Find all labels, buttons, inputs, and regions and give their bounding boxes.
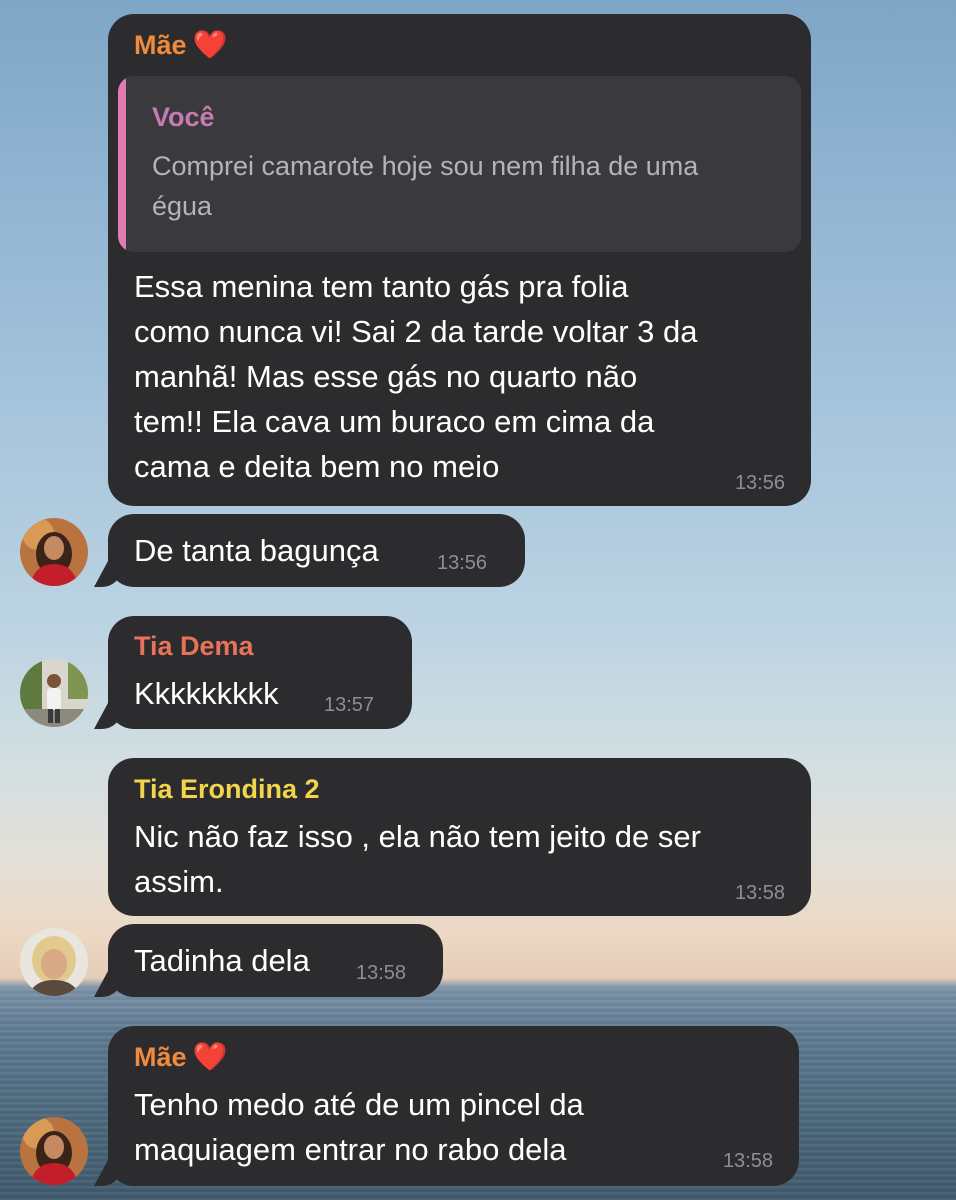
message-timestamp: 13:58 bbox=[722, 1150, 773, 1172]
message-timestamp: 13:56 bbox=[734, 472, 785, 494]
heart-emoji-icon: ❤️ bbox=[192, 1041, 228, 1072]
message-timestamp: 13:56 bbox=[437, 552, 488, 574]
sender-name[interactable]: Mãe ❤️ bbox=[134, 1040, 227, 1073]
message-bubble[interactable]: Tia Erondina 2 Nic não faz isso , ela nã… bbox=[108, 758, 811, 916]
message-timestamp: 13:58 bbox=[356, 962, 407, 984]
message-text: Essa menina tem tanto gás pra folia como… bbox=[134, 269, 698, 484]
avatar-mae[interactable] bbox=[20, 518, 88, 586]
message-timestamp: 13:57 bbox=[324, 694, 375, 716]
avatar-tia-dema[interactable] bbox=[20, 659, 88, 727]
message-timestamp: 13:58 bbox=[734, 882, 785, 904]
message-bubble[interactable]: Tadinha dela 13:58 bbox=[108, 924, 443, 997]
quote-text: Comprei camarote hoje sou nem filha de u… bbox=[152, 151, 699, 221]
sender-name[interactable]: Mãe ❤️ bbox=[134, 28, 227, 61]
sender-name[interactable]: Tia Dema bbox=[134, 631, 254, 662]
message-text: Nic não faz isso , ela não tem jeito de … bbox=[134, 819, 701, 899]
heart-emoji-icon: ❤️ bbox=[192, 29, 228, 60]
message-bubble[interactable]: Mãe ❤️ Tenho medo até de um pincel da maq… bbox=[108, 1026, 799, 1186]
avatar-mae[interactable] bbox=[20, 1117, 88, 1185]
message-bubble[interactable]: Mãe ❤️ Você Comprei camarote hoje sou nem… bbox=[108, 14, 811, 506]
reply-quote[interactable]: Você Comprei camarote hoje sou nem filha… bbox=[118, 76, 801, 252]
message-text: Kkkkkkkkk bbox=[134, 676, 279, 711]
message-text: De tanta bagunça bbox=[134, 533, 379, 568]
message-bubble[interactable]: Tia Dema Kkkkkkkkk 13:57 bbox=[108, 616, 412, 729]
message-text: Tenho medo até de um pincel da maquiagem… bbox=[134, 1087, 584, 1167]
quote-sender-name: Você bbox=[152, 102, 215, 132]
avatar-tia-erondina[interactable] bbox=[20, 928, 88, 996]
message-bubble[interactable]: De tanta bagunça 13:56 bbox=[108, 514, 525, 587]
quote-accent-bar bbox=[118, 76, 126, 252]
message-text: Tadinha dela bbox=[134, 943, 310, 978]
sender-name[interactable]: Tia Erondina 2 bbox=[134, 774, 320, 805]
